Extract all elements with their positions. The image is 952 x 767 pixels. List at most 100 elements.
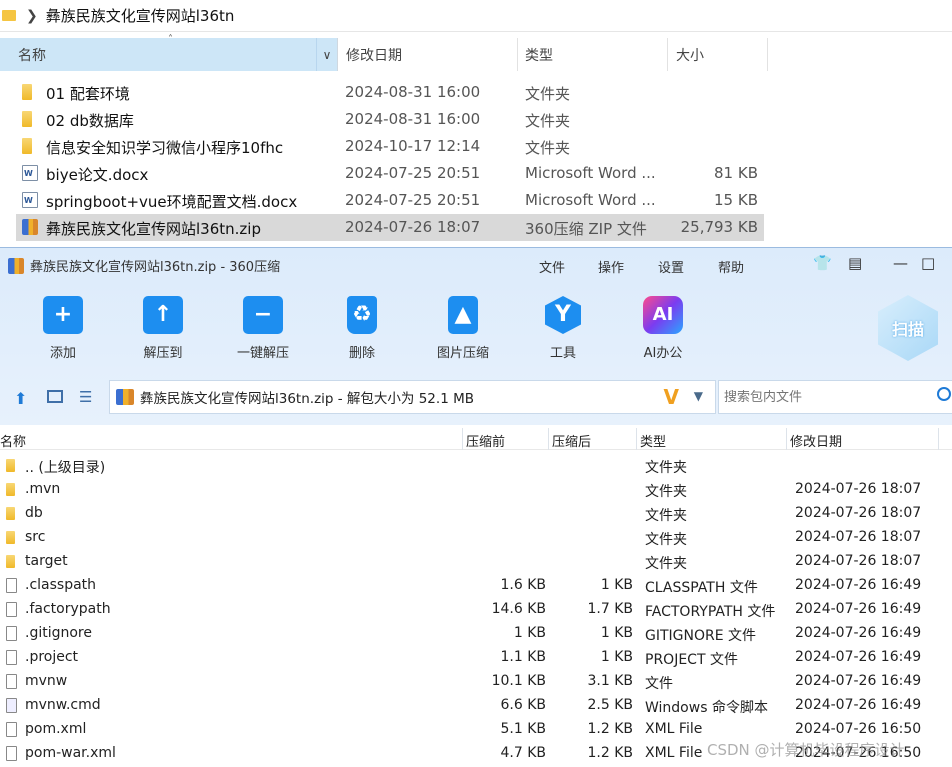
entry-type: CLASSPATH 文件 — [645, 580, 758, 596]
chevron-down-icon[interactable]: ▼ — [694, 389, 703, 403]
entry-before-size: 6.6 KB — [500, 697, 547, 713]
column-name[interactable]: 名称 ˄ — [0, 34, 317, 71]
delete-button[interactable]: ♻ 删除 — [322, 296, 402, 366]
column-before-compress[interactable]: 压缩前 — [466, 431, 505, 450]
chevron-right-icon[interactable]: ❯ — [26, 8, 38, 24]
sort-up-icon: ˄ — [168, 34, 173, 45]
address-bar[interactable]: ❯ 彝族民族文化宣传网站l36tn — [0, 0, 952, 32]
entry-type: XML File — [645, 745, 703, 761]
zip-row[interactable]: .gitignore 1 KB 1 KB GITIGNORE 文件 2024-07-26… — [0, 622, 952, 646]
tools-button[interactable]: Y 工具 — [523, 296, 603, 366]
folder-icon — [6, 555, 15, 568]
entry-date: 2024-07-26 16:50 — [795, 721, 922, 737]
one-click-extract-button[interactable]: − 一键解压 — [223, 296, 303, 366]
column-dropdown-icon[interactable]: ∨ — [317, 38, 338, 71]
menu-file[interactable]: 文件 — [539, 257, 565, 276]
word-doc-icon — [22, 165, 38, 181]
file-icon — [6, 650, 17, 665]
add-button[interactable]: + 添加 — [23, 296, 103, 366]
v-logo-icon[interactable]: V — [664, 385, 679, 409]
file-type: Microsoft Word ... — [525, 164, 656, 182]
menu-settings[interactable]: 设置 — [658, 257, 684, 276]
entry-date: 2024-07-26 16:49 — [795, 577, 922, 593]
zip-row[interactable]: .. (上级目录) 文件夹 — [0, 454, 952, 478]
search-field[interactable] — [718, 380, 952, 414]
zip-row[interactable]: src 文件夹 2024-07-26 18:07 — [0, 526, 952, 550]
zip-address-text: 彝族民族文化宣传网站l36tn.zip - 解包大小为 52.1 MB — [140, 391, 474, 407]
zip-row[interactable]: target 文件夹 2024-07-26 18:07 — [0, 550, 952, 574]
column-type[interactable]: 类型 — [640, 431, 666, 450]
file-date: 2024-07-25 20:51 — [345, 164, 481, 182]
ai-office-button[interactable]: AI AI办公 — [623, 296, 703, 366]
entry-after-size: 3.1 KB — [587, 673, 634, 689]
image-compress-button[interactable]: ▲ 图片压缩 — [423, 296, 503, 366]
breadcrumb[interactable]: 彝族民族文化宣传网站l36tn — [46, 5, 235, 26]
file-icon — [6, 602, 17, 617]
entry-date: 2024-07-26 18:07 — [795, 481, 922, 497]
zip-icon — [116, 389, 134, 405]
maximize-icon[interactable]: □ — [921, 254, 935, 272]
file-icon — [6, 578, 17, 593]
entry-type: 文件夹 — [645, 460, 687, 476]
zip-row[interactable]: .classpath 1.6 KB 1 KB CLASSPATH 文件 2024-07-… — [0, 574, 952, 598]
file-type: Microsoft Word ... — [525, 191, 656, 209]
zip-row[interactable]: mvnw 10.1 KB 3.1 KB 文件 2024-07-26 16:49 — [0, 670, 952, 694]
entry-date: 2024-07-26 16:49 — [795, 601, 922, 617]
file-date: 2024-10-17 12:14 — [345, 137, 481, 155]
zip-row[interactable]: mvnw.cmd 6.6 KB 2.5 KB Windows 命令脚本 2024-07-… — [0, 694, 952, 718]
extract-to-button[interactable]: ↑ 解压到 — [123, 296, 203, 366]
ai-icon: AI — [643, 296, 683, 334]
file-date: 2024-08-31 16:00 — [345, 110, 481, 128]
scan-button[interactable]: 扫描 — [878, 295, 938, 361]
entry-type: FACTORYPATH 文件 — [645, 604, 776, 620]
menu-operate[interactable]: 操作 — [598, 257, 624, 276]
entry-type: Windows 命令脚本 — [645, 700, 768, 716]
explorer-row[interactable]: 彝族民族文化宣传网站l36tn.zip 2024-07-26 18:07 360压缩… — [16, 214, 764, 241]
zip-row[interactable]: .factorypath 14.6 KB 1.7 KB FACTORYPATH 文件 2… — [0, 598, 952, 622]
search-icon[interactable] — [937, 387, 951, 401]
search-input[interactable] — [724, 389, 924, 405]
explorer-row[interactable]: springboot+vue环境配置文档.docx 2024-07-25 20:5… — [16, 187, 764, 214]
column-size-label: 大小 — [676, 47, 704, 64]
thumbnail-view-icon[interactable] — [47, 390, 63, 403]
entry-name: .factorypath — [25, 601, 111, 617]
entry-type: 文件夹 — [645, 532, 687, 548]
column-name[interactable]: 名称 — [0, 431, 26, 450]
explorer-row[interactable]: 02 db数据库 2024-08-31 16:00 文件夹 — [16, 106, 764, 133]
folder-icon — [6, 531, 15, 544]
feedback-icon[interactable]: ▤ — [848, 254, 862, 272]
file-type: 文件夹 — [525, 112, 571, 130]
minimize-icon[interactable]: — — [893, 254, 908, 272]
explorer-file-list: 01 配套环境 2024-08-31 16:00 文件夹 02 db数据库 2024-0… — [16, 79, 764, 241]
column-name-label: 名称 — [18, 47, 46, 64]
entry-name: .gitignore — [25, 625, 92, 641]
window-title-text: 彝族民族文化宣传网站l36tn.zip - 360压缩 — [30, 260, 281, 275]
file-size: 15 KB — [714, 191, 758, 209]
zip-address-bar[interactable]: 彝族民族文化宣传网站l36tn.zip - 解包大小为 52.1 MB V ▼ — [109, 380, 716, 414]
entry-name: target — [25, 553, 68, 569]
column-type[interactable]: 类型 — [518, 38, 668, 71]
column-date[interactable]: 修改日期 — [338, 38, 518, 71]
skin-icon[interactable]: 👕 — [813, 254, 832, 272]
column-after-compress[interactable]: 压缩后 — [552, 431, 591, 450]
entry-date: 2024-07-26 18:07 — [795, 553, 922, 569]
column-size[interactable]: 大小 — [668, 38, 768, 71]
explorer-row[interactable]: 信息安全知识学习微信小程序10fhc 2024-10-17 12:14 文件夹 — [16, 133, 764, 160]
file-name: biye论文.docx — [46, 166, 149, 184]
entry-after-size: 1.7 KB — [587, 601, 634, 617]
file-type: 360压缩 ZIP 文件 — [525, 220, 647, 238]
explorer-row[interactable]: 01 配套环境 2024-08-31 16:00 文件夹 — [16, 79, 764, 106]
explorer-row[interactable]: biye论文.docx 2024-07-25 20:51 Microsoft Wor… — [16, 160, 764, 187]
trash-icon: ♻ — [347, 296, 377, 334]
zip-row[interactable]: .project 1.1 KB 1 KB PROJECT 文件 2024-07-26 1… — [0, 646, 952, 670]
entry-name: mvnw — [25, 673, 68, 689]
zip-row[interactable]: db 文件夹 2024-07-26 18:07 — [0, 502, 952, 526]
up-level-icon[interactable]: ⬆ — [14, 389, 27, 408]
zip-row[interactable]: .mvn 文件夹 2024-07-26 18:07 — [0, 478, 952, 502]
menu-help[interactable]: 帮助 — [718, 257, 744, 276]
file-date: 2024-08-31 16:00 — [345, 83, 481, 101]
file-name: 01 配套环境 — [46, 85, 130, 103]
column-date[interactable]: 修改日期 — [790, 431, 842, 450]
list-view-icon[interactable]: ☰ — [79, 388, 92, 406]
add-label: 添加 — [49, 346, 76, 361]
